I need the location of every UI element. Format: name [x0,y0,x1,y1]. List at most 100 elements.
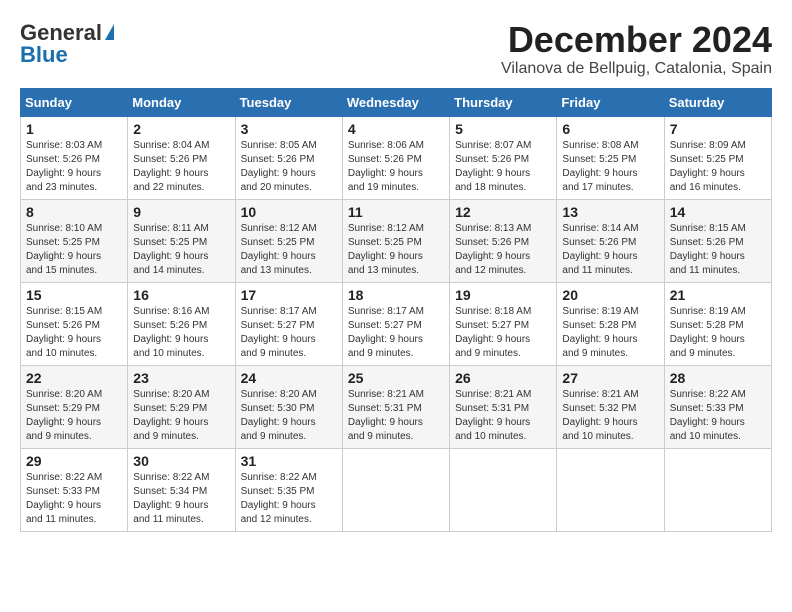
table-row [342,448,449,531]
day-info: Sunrise: 8:09 AMSunset: 5:25 PMDaylight:… [670,139,766,195]
day-info: Sunrise: 8:10 AMSunset: 5:25 PMDaylight:… [26,222,122,278]
day-info: Sunrise: 8:03 AMSunset: 5:26 PMDaylight:… [26,139,122,195]
day-number: 7 [670,121,766,137]
day-number: 22 [26,370,122,386]
day-info: Sunrise: 8:20 AMSunset: 5:29 PMDaylight:… [133,388,229,444]
day-info: Sunrise: 8:14 AMSunset: 5:26 PMDaylight:… [562,222,658,278]
day-number: 18 [348,287,444,303]
table-row: 28Sunrise: 8:22 AMSunset: 5:33 PMDayligh… [664,365,771,448]
table-row: 24Sunrise: 8:20 AMSunset: 5:30 PMDayligh… [235,365,342,448]
day-info: Sunrise: 8:17 AMSunset: 5:27 PMDaylight:… [241,305,337,361]
day-number: 16 [133,287,229,303]
col-friday: Friday [557,88,664,116]
day-info: Sunrise: 8:12 AMSunset: 5:25 PMDaylight:… [348,222,444,278]
table-row: 8 Sunrise: 8:10 AMSunset: 5:25 PMDaylight… [21,199,128,282]
day-number: 28 [670,370,766,386]
day-info: Sunrise: 8:07 AMSunset: 5:26 PMDaylight:… [455,139,551,195]
col-wednesday: Wednesday [342,88,449,116]
day-info: Sunrise: 8:12 AMSunset: 5:25 PMDaylight:… [241,222,337,278]
day-info: Sunrise: 8:11 AMSunset: 5:25 PMDaylight:… [133,222,229,278]
table-row: 6 Sunrise: 8:08 AMSunset: 5:25 PMDaylight… [557,116,664,199]
day-number: 2 [133,121,229,137]
col-sunday: Sunday [21,88,128,116]
table-row: 31 Sunrise: 8:22 AMSunset: 5:35 PMDayligh… [235,448,342,531]
page-header: General Blue December 2024 Vilanova de B… [20,20,772,78]
day-number: 14 [670,204,766,220]
location-title: Vilanova de Bellpuig, Catalonia, Spain [501,60,772,78]
day-number: 12 [455,204,551,220]
month-title: December 2024 [501,20,772,60]
calendar-week-row: 1 Sunrise: 8:03 AMSunset: 5:26 PMDaylight… [21,116,772,199]
day-number: 27 [562,370,658,386]
day-number: 21 [670,287,766,303]
calendar-week-row: 8 Sunrise: 8:10 AMSunset: 5:25 PMDaylight… [21,199,772,282]
day-number: 20 [562,287,658,303]
day-number: 8 [26,204,122,220]
day-number: 31 [241,453,337,469]
title-block: December 2024 Vilanova de Bellpuig, Cata… [501,20,772,78]
day-number: 19 [455,287,551,303]
calendar-week-row: 29Sunrise: 8:22 AMSunset: 5:33 PMDayligh… [21,448,772,531]
day-info: Sunrise: 8:19 AMSunset: 5:28 PMDaylight:… [562,305,658,361]
day-number: 25 [348,370,444,386]
day-number: 3 [241,121,337,137]
col-tuesday: Tuesday [235,88,342,116]
day-number: 30 [133,453,229,469]
table-row: 21 Sunrise: 8:19 AMSunset: 5:28 PMDayligh… [664,282,771,365]
table-row: 29Sunrise: 8:22 AMSunset: 5:33 PMDayligh… [21,448,128,531]
day-info: Sunrise: 8:08 AMSunset: 5:25 PMDaylight:… [562,139,658,195]
table-row: 13 Sunrise: 8:14 AMSunset: 5:26 PMDayligh… [557,199,664,282]
table-row: 4Sunrise: 8:06 AMSunset: 5:26 PMDaylight… [342,116,449,199]
calendar-header-row: Sunday Monday Tuesday Wednesday Thursday… [21,88,772,116]
day-info: Sunrise: 8:22 AMSunset: 5:34 PMDaylight:… [133,471,229,527]
table-row: 3 Sunrise: 8:05 AMSunset: 5:26 PMDaylight… [235,116,342,199]
day-info: Sunrise: 8:22 AMSunset: 5:35 PMDaylight:… [241,471,337,527]
col-saturday: Saturday [664,88,771,116]
calendar-week-row: 22 Sunrise: 8:20 AMSunset: 5:29 PMDayligh… [21,365,772,448]
day-info: Sunrise: 8:15 AMSunset: 5:26 PMDaylight:… [26,305,122,361]
table-row: 10 Sunrise: 8:12 AMSunset: 5:25 PMDayligh… [235,199,342,282]
table-row: 22 Sunrise: 8:20 AMSunset: 5:29 PMDayligh… [21,365,128,448]
table-row: 5 Sunrise: 8:07 AMSunset: 5:26 PMDaylight… [450,116,557,199]
table-row: 2 Sunrise: 8:04 AMSunset: 5:26 PMDaylight… [128,116,235,199]
table-row: 27 Sunrise: 8:21 AMSunset: 5:32 PMDayligh… [557,365,664,448]
day-number: 17 [241,287,337,303]
day-info: Sunrise: 8:19 AMSunset: 5:28 PMDaylight:… [670,305,766,361]
day-info: Sunrise: 8:21 AMSunset: 5:31 PMDaylight:… [348,388,444,444]
table-row: 18 Sunrise: 8:17 AMSunset: 5:27 PMDayligh… [342,282,449,365]
day-info: Sunrise: 8:20 AMSunset: 5:29 PMDaylight:… [26,388,122,444]
table-row: 1 Sunrise: 8:03 AMSunset: 5:26 PMDaylight… [21,116,128,199]
logo: General Blue [20,20,114,68]
table-row: 17 Sunrise: 8:17 AMSunset: 5:27 PMDayligh… [235,282,342,365]
table-row [450,448,557,531]
table-row: 12 Sunrise: 8:13 AMSunset: 5:26 PMDayligh… [450,199,557,282]
day-info: Sunrise: 8:13 AMSunset: 5:26 PMDaylight:… [455,222,551,278]
col-thursday: Thursday [450,88,557,116]
calendar-week-row: 15Sunrise: 8:15 AMSunset: 5:26 PMDayligh… [21,282,772,365]
logo-arrow-icon [105,24,114,40]
table-row: 7 Sunrise: 8:09 AMSunset: 5:25 PMDaylight… [664,116,771,199]
day-number: 10 [241,204,337,220]
day-info: Sunrise: 8:17 AMSunset: 5:27 PMDaylight:… [348,305,444,361]
day-number: 1 [26,121,122,137]
day-info: Sunrise: 8:04 AMSunset: 5:26 PMDaylight:… [133,139,229,195]
day-number: 13 [562,204,658,220]
day-info: Sunrise: 8:21 AMSunset: 5:32 PMDaylight:… [562,388,658,444]
day-info: Sunrise: 8:18 AMSunset: 5:27 PMDaylight:… [455,305,551,361]
logo-blue-text: Blue [20,42,68,68]
day-info: Sunrise: 8:06 AMSunset: 5:26 PMDaylight:… [348,139,444,195]
day-info: Sunrise: 8:16 AMSunset: 5:26 PMDaylight:… [133,305,229,361]
calendar-table: Sunday Monday Tuesday Wednesday Thursday… [20,88,772,532]
day-number: 6 [562,121,658,137]
table-row: 25 Sunrise: 8:21 AMSunset: 5:31 PMDayligh… [342,365,449,448]
table-row: 14Sunrise: 8:15 AMSunset: 5:26 PMDayligh… [664,199,771,282]
table-row: 9Sunrise: 8:11 AMSunset: 5:25 PMDaylight… [128,199,235,282]
day-number: 5 [455,121,551,137]
table-row: 15Sunrise: 8:15 AMSunset: 5:26 PMDayligh… [21,282,128,365]
table-row: 26Sunrise: 8:21 AMSunset: 5:31 PMDayligh… [450,365,557,448]
day-number: 24 [241,370,337,386]
day-info: Sunrise: 8:21 AMSunset: 5:31 PMDaylight:… [455,388,551,444]
table-row: 16 Sunrise: 8:16 AMSunset: 5:26 PMDayligh… [128,282,235,365]
day-number: 29 [26,453,122,469]
day-info: Sunrise: 8:05 AMSunset: 5:26 PMDaylight:… [241,139,337,195]
